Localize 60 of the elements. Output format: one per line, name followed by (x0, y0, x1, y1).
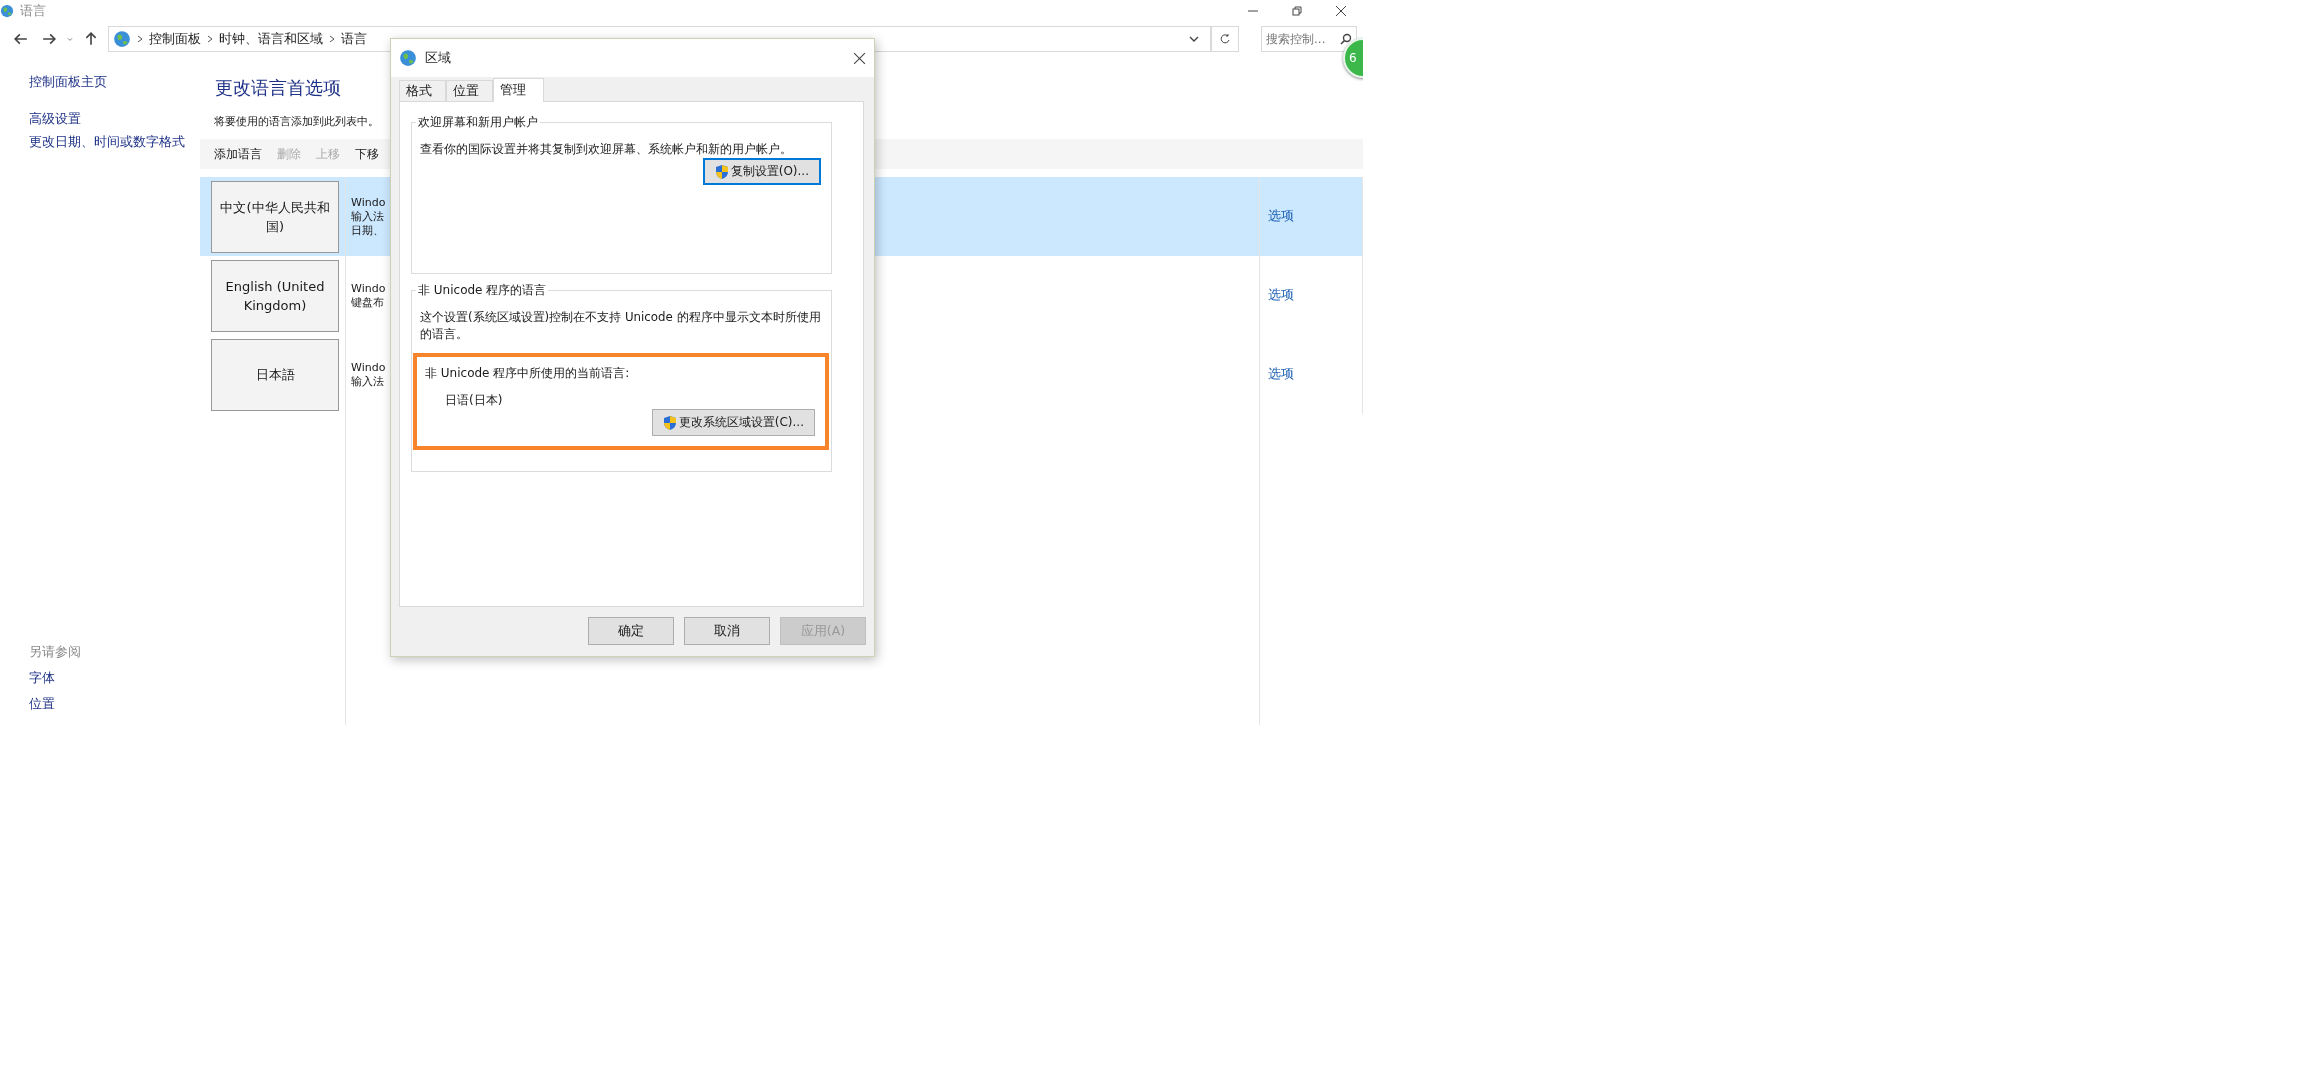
shield-icon (662, 414, 677, 431)
page-description: 将要使用的语言添加到此列表中。 (214, 114, 379, 129)
language-button[interactable]: English (United Kingdom) (211, 259, 339, 332)
counter-badge: 6 (1343, 38, 1363, 78)
dialog-button[interactable]: 取消 (684, 617, 770, 645)
language-detail: Windo (351, 281, 386, 296)
dialog-button[interactable]: 确定 (588, 617, 674, 645)
chevron-icon (137, 35, 143, 43)
sidebar-link[interactable]: 控制面板主页 (29, 74, 200, 91)
shield-icon (714, 163, 729, 180)
chevron-icon (329, 35, 335, 43)
back-arrow-icon[interactable] (14, 32, 28, 46)
copy-settings-button[interactable]: 复制设置(O)... (702, 158, 821, 185)
forward-arrow-icon[interactable] (42, 32, 56, 46)
chevron-icon (207, 35, 213, 43)
search-icon (1340, 33, 1352, 45)
dialog-title: 区域 (425, 49, 451, 67)
sidebar-link[interactable]: 更改日期、时间或数字格式 (29, 134, 200, 151)
breadcrumb[interactable]: 时钟、语言和区域 (219, 30, 323, 48)
language-detail: 日期、 (351, 223, 384, 238)
group-title: 非 Unicode 程序的语言 (417, 282, 548, 299)
language-button[interactable]: 中文(中华人民共和国) (211, 180, 339, 253)
breadcrumb[interactable]: 控制面板 (149, 30, 201, 48)
tab[interactable]: 位置 (446, 80, 493, 101)
change-locale-button[interactable]: 更改系统区域设置(C)... (651, 409, 815, 436)
close-icon[interactable] (853, 51, 866, 65)
globe-icon (399, 49, 417, 67)
language-detail: 输入法 (351, 374, 384, 389)
language-detail: Windo (351, 195, 386, 210)
see-also-link[interactable]: 位置 (29, 696, 200, 713)
search-field[interactable]: 搜索控制... (1261, 26, 1357, 52)
see-also-title: 另请参阅 (29, 644, 82, 661)
options-link[interactable]: 选项 (1268, 366, 1294, 383)
tab[interactable]: 格式 (399, 80, 446, 101)
options-link[interactable]: 选项 (1268, 287, 1294, 304)
group-text: 查看你的国际设置并将其复制到欢迎屏幕、系统帐户和新的用户帐户。 (420, 141, 793, 158)
refresh-icon (1219, 33, 1231, 45)
current-language-label: 非 Unicode 程序中所使用的当前语言: (425, 365, 630, 382)
group-text: 这个设置(系统区域设置)控制在不支持 Unicode 的程序中显示文本时所使用的语言。 (420, 309, 821, 343)
sidebar-link[interactable]: 高级设置 (29, 111, 200, 128)
toolbar-button[interactable]: 下移 (355, 145, 379, 163)
toolbar-button[interactable]: 添加语言 (214, 145, 262, 163)
window-title: 语言 (20, 2, 46, 20)
globe-icon (0, 4, 14, 18)
breadcrumb[interactable]: 语言 (341, 30, 367, 48)
language-detail: Windo (351, 360, 386, 375)
see-also-link[interactable]: 字体 (29, 670, 200, 687)
language-detail: 键盘布 (351, 295, 384, 310)
tab[interactable]: 管理 (493, 78, 544, 102)
restore-icon[interactable] (1291, 5, 1303, 17)
group-title: 欢迎屏幕和新用户帐户 (417, 114, 539, 131)
page-heading: 更改语言首选项 (215, 76, 341, 100)
globe-icon (113, 30, 131, 48)
close-icon[interactable] (1335, 5, 1347, 17)
refresh-button[interactable] (1211, 26, 1239, 52)
language-button[interactable]: 日本語 (211, 338, 339, 411)
options-link[interactable]: 选项 (1268, 208, 1294, 225)
up-arrow-icon[interactable] (84, 32, 98, 46)
current-language-value: 日语(日本) (445, 392, 503, 409)
language-detail: 输入法 (351, 209, 384, 224)
